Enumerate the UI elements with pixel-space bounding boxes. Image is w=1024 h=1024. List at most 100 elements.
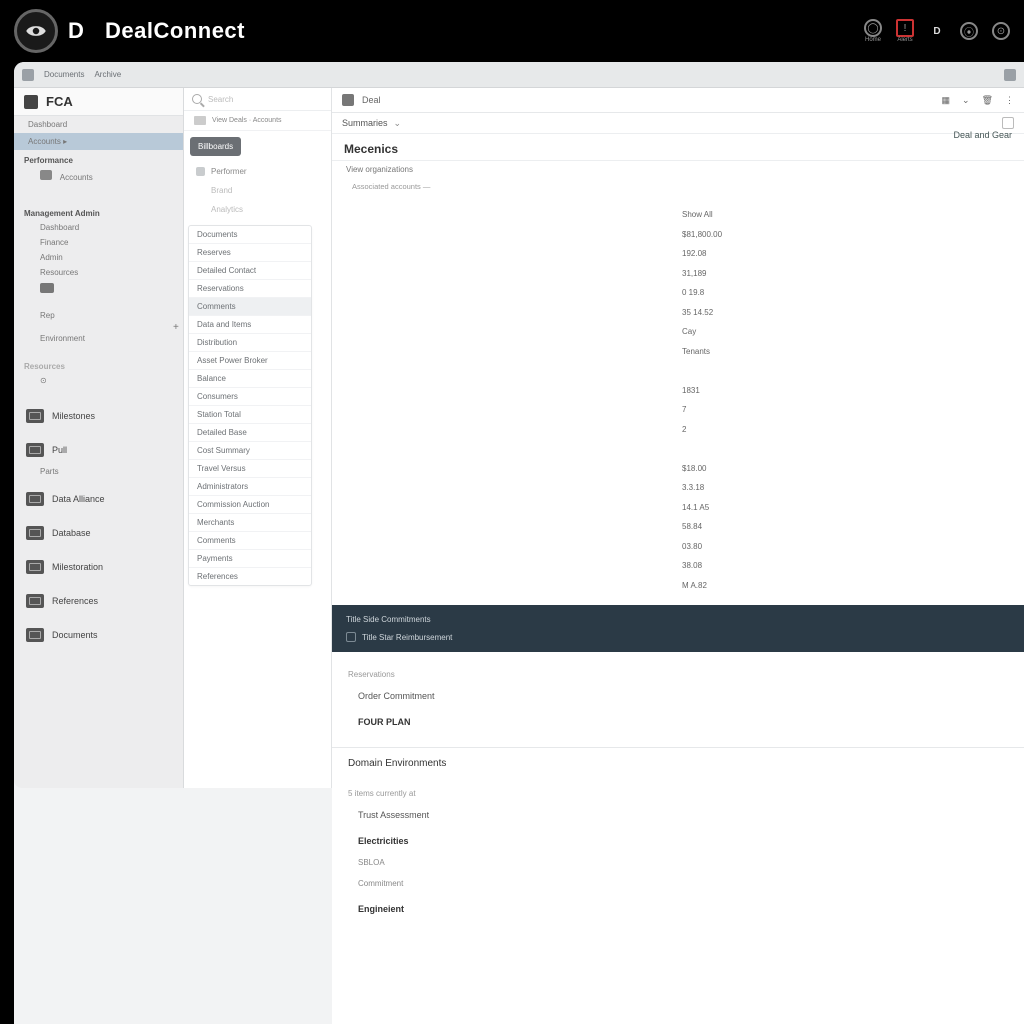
info-banner: Title Side Commitments Title Star Reimbu… (332, 605, 1024, 652)
lower-line-b[interactable]: Electricities (348, 830, 1008, 852)
banner-doc-icon (346, 632, 356, 642)
val-2: 192.08 (682, 245, 792, 265)
chevron-down-icon[interactable]: ⌄ (394, 118, 402, 129)
lower-line-a[interactable]: Trust Assessment (348, 804, 1008, 826)
dp-comments[interactable]: Comments (189, 298, 311, 316)
header-letter-icon[interactable]: D (928, 22, 946, 40)
val-9: 1831 (682, 382, 792, 402)
dp-distribution[interactable]: Distribution (189, 334, 311, 352)
mini-accounts[interactable]: Accounts ▸ (14, 133, 183, 150)
val-16: 58.84 (682, 518, 792, 538)
dp-data-items[interactable]: Data and Items (189, 316, 311, 334)
dropdown-label[interactable]: Summaries (342, 118, 388, 128)
dp-asset-broker[interactable]: Asset Power Broker (189, 352, 311, 370)
sub-admin[interactable]: Admin (14, 250, 183, 265)
page-title: Mecenics (332, 134, 1024, 160)
search-placeholder: Search (208, 95, 233, 104)
dp-merchants[interactable]: Merchants (189, 514, 311, 532)
sec-performer[interactable]: Performer (184, 162, 331, 181)
lower-label1: Reservations (348, 670, 1008, 679)
sub-rep[interactable]: Rep (14, 308, 183, 323)
toolbar-adjust-icon[interactable] (1004, 69, 1016, 81)
val-15: 14.1 A5 (682, 499, 792, 519)
org-row[interactable]: FCA (14, 88, 183, 116)
milestoration-icon (26, 560, 44, 574)
header-link[interactable]: Deal and Gear (953, 130, 1012, 140)
toolbar: Documents Archive (14, 62, 1024, 88)
sub-finance[interactable]: Finance (14, 235, 183, 250)
detail-panel: Documents Reserves Detailed Contact Rese… (188, 225, 312, 586)
tb-trash-icon[interactable]: 🗑 (982, 95, 993, 106)
dp-documents[interactable]: Documents (189, 226, 311, 244)
sub-accounts[interactable]: Accounts (14, 167, 183, 185)
val-18: 38.08 (682, 557, 792, 577)
val-6: Cay (682, 323, 792, 343)
org-name: FCA (46, 94, 73, 109)
nav-parts[interactable]: Parts (14, 464, 183, 479)
mini-dashboard[interactable]: Dashboard (14, 116, 183, 133)
lower-line-c[interactable]: SBLOA (348, 852, 1008, 873)
dp-reservations[interactable]: Reservations (189, 280, 311, 298)
section-performance: Performance (14, 150, 183, 167)
dp-administrators[interactable]: Administrators (189, 478, 311, 496)
sub-res-icon[interactable] (14, 280, 183, 298)
search-icon (192, 94, 202, 104)
header-user-icon[interactable]: ◯Home (864, 19, 882, 43)
nav-database[interactable]: Database (14, 519, 183, 547)
nav-documents[interactable]: Documents (14, 621, 183, 649)
lower-strong1[interactable]: FOUR PLAN (348, 711, 1008, 733)
header-power-icon[interactable]: ⊙ (992, 22, 1010, 40)
toolbar-crumb-2[interactable]: Archive (94, 70, 121, 79)
sub-dash[interactable]: Dashboard (14, 220, 183, 235)
lower-section: Reservations Order Commitment FOUR PLAN … (332, 652, 1024, 930)
dp-detailed-base[interactable]: Detailed Base (189, 424, 311, 442)
pull-icon (26, 443, 44, 457)
tab-label[interactable]: Deal (362, 95, 381, 105)
meta-sub: Associated accounts — (332, 178, 1024, 197)
database-icon (26, 526, 44, 540)
dp-comments2[interactable]: Comments (189, 532, 311, 550)
header-alert-icon[interactable]: !Alerts (896, 19, 914, 43)
dp-detailed-contact[interactable]: Detailed Contact (189, 262, 311, 280)
dp-consumers[interactable]: Consumers (189, 388, 311, 406)
lower-line-d[interactable]: Commitment (348, 873, 1008, 894)
sec-chip[interactable]: Billboards (190, 137, 241, 156)
banner-line1: Title Side Commitments (346, 615, 1010, 624)
tb-grid-icon[interactable]: ▦ (942, 95, 951, 106)
toolbar-crumb-1[interactable]: Documents (44, 70, 84, 79)
dp-station-total[interactable]: Station Total (189, 406, 311, 424)
sec-analytics[interactable]: Analytics (184, 200, 331, 219)
rt-box-icon[interactable] (1002, 117, 1014, 129)
brand-logo (14, 9, 58, 53)
nav-milestoration[interactable]: Milestoration (14, 553, 183, 581)
sec-search[interactable]: Search (184, 88, 331, 111)
toolbar-doc-icon (22, 69, 34, 81)
val-10: 7 (682, 401, 792, 421)
lower-item1[interactable]: Order Commitment (348, 685, 1008, 707)
sub-env[interactable]: Environment (14, 331, 183, 346)
dp-balance[interactable]: Balance (189, 370, 311, 388)
tb-chevron-icon[interactable]: ⌄ (962, 95, 970, 106)
sec-strip[interactable]: View Deals · Accounts (184, 111, 331, 131)
sub-resources[interactable]: Resources (14, 265, 183, 280)
app-header: D DealConnect ◯Home !Alerts D ⦿ ⊙ (0, 0, 1024, 62)
val-11: 2 (682, 421, 792, 441)
nav-data-alliance[interactable]: Data Alliance (14, 485, 183, 513)
dp-travel-versus[interactable]: Travel Versus (189, 460, 311, 478)
sec-brand[interactable]: Brand (184, 181, 331, 200)
dp-references[interactable]: References (189, 568, 311, 585)
tb-more-icon[interactable]: ⋮ (1005, 95, 1014, 106)
sub-dash2[interactable]: ⊙ (14, 373, 183, 388)
brand-name: DealConnect (105, 18, 245, 43)
nav-pull[interactable]: Pull (14, 436, 183, 464)
header-settings-icon[interactable]: ⦿ (960, 22, 978, 40)
dp-payments[interactable]: Payments (189, 550, 311, 568)
dp-commission[interactable]: Commission Auction (189, 496, 311, 514)
dp-reserves[interactable]: Reserves (189, 244, 311, 262)
nav-milestones[interactable]: Milestones (14, 402, 183, 430)
content-topbar: Deal ▦ ⌄ 🗑 ⋮ (332, 88, 1024, 113)
lower-line-e[interactable]: Engineient (348, 898, 1008, 920)
nav-references[interactable]: References (14, 587, 183, 615)
sub-bar: Summaries ⌄ (332, 113, 1024, 134)
dp-cost-summary[interactable]: Cost Summary (189, 442, 311, 460)
